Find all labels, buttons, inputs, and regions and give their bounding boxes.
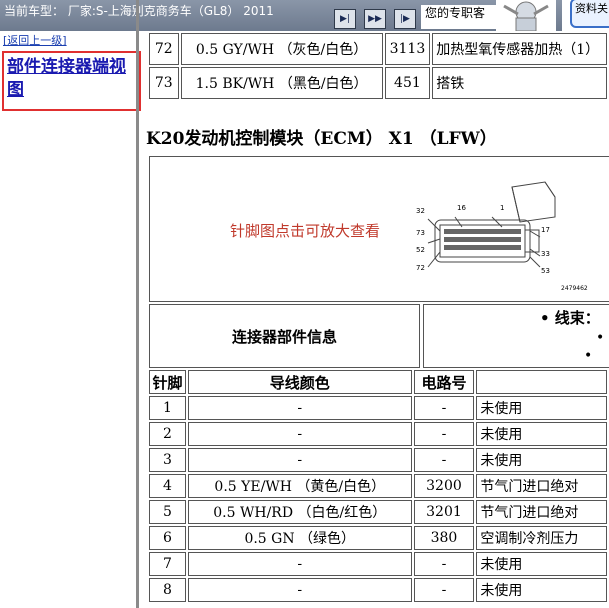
highlight-box: 部件连接器端视图: [2, 51, 141, 111]
main-content: 72 0.5 GY/WH （灰色/白色） 3113 加热型氧传感器加热（1） 73 1.5…: [139, 31, 609, 608]
pin-cell: 7: [149, 552, 186, 576]
current-vehicle-label: 当前车型： 厂家:S-上海别克商务车（GL8） 2011: [4, 4, 274, 18]
table-row: 72 0.5 GY/WH （灰色/白色） 3113 加热型氧传感器加热（1）: [149, 33, 607, 65]
circuit-cell: -: [413, 578, 475, 602]
table-row: 1- - 未使用: [149, 396, 607, 420]
circuit-cell: 3200: [413, 474, 475, 498]
wire-color-cell: 1.5 BK/WH （黑色/白色）: [180, 67, 383, 99]
pin-cell: 72: [149, 33, 179, 65]
pin-table-header: 针脚 导线颜色 电路号: [149, 370, 607, 394]
wire-color-cell: -: [187, 448, 412, 472]
harness-bullet-1: •: [596, 330, 605, 346]
pin-number-label: 73: [416, 229, 425, 237]
circuit-cell: -: [413, 448, 475, 472]
wire-color-cell: -: [187, 396, 412, 420]
harness-bullet-2: •: [584, 348, 593, 364]
table-row: 6 0.5 GN （绿色） 380 空调制冷剂压力: [149, 526, 607, 550]
function-cell: 未使用: [476, 448, 607, 472]
pin-cell: 5: [149, 500, 186, 524]
nav-next-button[interactable]: ▶▶: [364, 9, 386, 29]
connector-end-view-link[interactable]: 部件连接器端视图: [7, 56, 139, 102]
pin-cell: 1: [149, 396, 186, 420]
connector-drawing: 32 16 1 73 17 52 33 72 53 2479462: [416, 181, 588, 292]
harness-cell: • 线束： • •: [423, 304, 609, 368]
fast-forward-icon: ▶▶: [368, 14, 382, 24]
sidebar: [返回上一级] 部件连接器端视图: [0, 31, 141, 608]
wire-color-cell: -: [187, 552, 412, 576]
circuit-cell: 3201: [413, 500, 475, 524]
circuit-cell: 3113: [384, 33, 431, 65]
function-cell: 空调制冷剂压力: [476, 526, 607, 550]
table-row: 4 0.5 YE/WH （黄色/白色） 3200 节气门进口绝对: [149, 474, 607, 498]
documents-label: 资料关: [570, 0, 609, 28]
table-row: 3- - 未使用: [149, 448, 607, 472]
function-cell: 未使用: [476, 578, 607, 602]
expert-service-label[interactable]: 您的专职客: [421, 5, 496, 29]
first-page-icon: ▶|: [340, 14, 350, 24]
function-cell: 未使用: [476, 552, 607, 576]
function-cell: 加热型氧传感器加热（1）: [432, 33, 607, 65]
pin-number-label: 32: [416, 207, 425, 215]
part-number: 2479462: [561, 285, 588, 292]
harness-label: • 线束：: [540, 309, 600, 327]
connector-info-label: 连接器部件信息: [149, 304, 420, 368]
function-cell: 节气门进口绝对: [476, 474, 607, 498]
pin-number-label: 52: [416, 246, 425, 254]
pin-number-label: 53: [541, 267, 550, 275]
pin-table-continued: 72 0.5 GY/WH （灰色/白色） 3113 加热型氧传感器加热（1） 73 1.5…: [147, 31, 609, 101]
circuit-cell: -: [413, 552, 475, 576]
pin-cell: 2: [149, 422, 186, 446]
wire-color-cell: -: [187, 422, 412, 446]
pin-cell: 8: [149, 578, 186, 602]
wire-color-cell: -: [187, 578, 412, 602]
wire-color-cell: 0.5 WH/RD （白色/红色）: [187, 500, 412, 524]
circuit-cell: -: [413, 422, 475, 446]
table-row: 2- - 未使用: [149, 422, 607, 446]
wire-color-cell: 0.5 GY/WH （灰色/白色）: [180, 33, 383, 65]
pin-cell: 4: [149, 474, 186, 498]
pin-cell: 73: [149, 67, 179, 99]
last-page-icon: |▶: [400, 14, 410, 24]
pin-number-label: 72: [416, 264, 425, 272]
header-circuit: 电路号: [413, 370, 475, 394]
documents-button[interactable]: 资料关: [562, 0, 609, 31]
header-function: [476, 370, 607, 394]
connector-info-row: 连接器部件信息 • 线束： • •: [149, 304, 609, 368]
function-cell: 搭铁: [432, 67, 607, 99]
circuit-cell: 380: [413, 526, 475, 550]
nav-last-button[interactable]: |▶: [394, 9, 416, 29]
table-row: 5 0.5 WH/RD （白色/红色） 3201 节气门进口绝对: [149, 500, 607, 524]
header-pin: 针脚: [149, 370, 186, 394]
function-cell: 未使用: [476, 396, 607, 420]
table-row: 7- - 未使用: [149, 552, 607, 576]
circuit-cell: -: [413, 396, 475, 420]
connector-heading: K20发动机控制模块（ECM） X1 （LFW）: [146, 129, 497, 149]
wire-color-cell: 0.5 YE/WH （黄色/白色）: [187, 474, 412, 498]
connector-diagram[interactable]: 针脚图点击可放大查看 32 16 1 73 17 52 33 72 53 247…: [149, 156, 609, 302]
table-row: 73 1.5 BK/WH （黑色/白色） 451 搭铁: [149, 67, 607, 99]
nav-first-button[interactable]: ▶|: [334, 9, 356, 29]
back-link[interactable]: [返回上一级]: [3, 32, 67, 48]
top-bar: 当前车型： 厂家:S-上海别克商务车（GL8） 2011 ▶| ▶▶ |▶ 您的…: [0, 0, 609, 31]
pin-number-label: 33: [541, 250, 550, 258]
pin-number-label: 17: [541, 226, 550, 234]
assistant-robot-image: [496, 0, 556, 31]
robot-icon: [503, 1, 549, 31]
table-row: 8- - 未使用: [149, 578, 607, 602]
circuit-cell: 451: [384, 67, 431, 99]
header-wire-color: 导线颜色: [187, 370, 412, 394]
pin-table: 针脚 导线颜色 电路号 1- - 未使用 2- - 未使用 3- - 未使用 4 0.5 YE/WH…: [147, 368, 609, 604]
pin-cell: 6: [149, 526, 186, 550]
pin-cell: 3: [149, 448, 186, 472]
function-cell: 节气门进口绝对: [476, 500, 607, 524]
wire-color-cell: 0.5 GN （绿色）: [187, 526, 412, 550]
pin-number-label: 16: [457, 204, 466, 212]
function-cell: 未使用: [476, 422, 607, 446]
pin-number-label: 1: [500, 204, 504, 212]
